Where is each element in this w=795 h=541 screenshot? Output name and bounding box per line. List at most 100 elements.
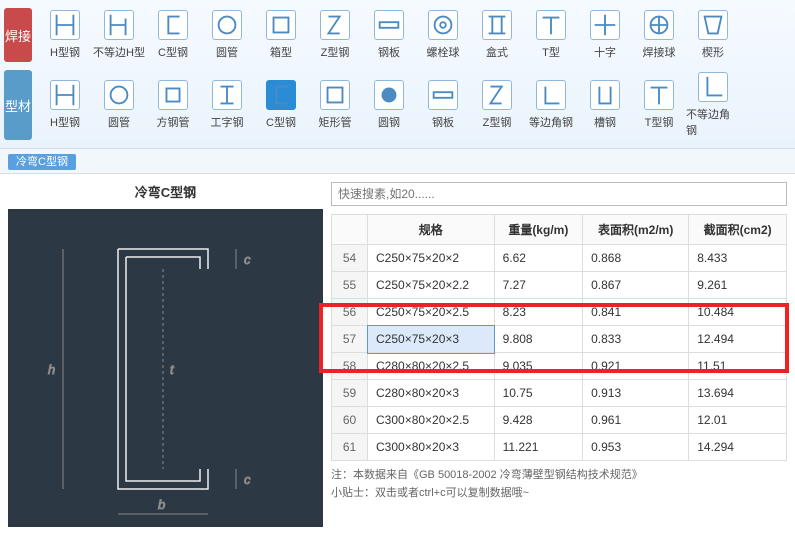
ribbon-item-r2-10[interactable]: 槽钢 bbox=[578, 66, 632, 144]
ribbon-item-r2-5[interactable]: 矩形管 bbox=[308, 66, 362, 144]
ribbon-item-r1-11[interactable]: 焊接球 bbox=[632, 4, 686, 66]
svg-text:h: h bbox=[48, 362, 55, 377]
table-row[interactable]: 58 C280×80×20×2.5 9.035 0.921 11.51 bbox=[332, 353, 787, 380]
ribbon-item-label: C型钢 bbox=[158, 44, 188, 60]
col-spec[interactable]: 规格 bbox=[368, 215, 495, 245]
cell-spec[interactable]: C280×80×20×3 bbox=[368, 380, 495, 407]
svg-text:b: b bbox=[158, 497, 165, 512]
ribbon-item-label: 圆管 bbox=[108, 114, 130, 130]
ribbon-item-r1-2[interactable]: C型钢 bbox=[146, 4, 200, 66]
ribbon-item-label: Z型钢 bbox=[483, 114, 512, 130]
table-row[interactable]: 59 C280×80×20×3 10.75 0.913 13.694 bbox=[332, 380, 787, 407]
cell-spec[interactable]: C280×80×20×2.5 bbox=[368, 353, 495, 380]
cell-spec[interactable]: C250×75×20×2.5 bbox=[368, 299, 495, 326]
cell-section: 12.494 bbox=[689, 326, 787, 353]
col-area[interactable]: 表面积(m2/m) bbox=[583, 215, 689, 245]
ribbon-item-label: C型钢 bbox=[266, 114, 296, 130]
cell-weight: 9.808 bbox=[494, 326, 583, 353]
ribbon-item-r2-9[interactable]: 等边角钢 bbox=[524, 66, 578, 144]
search-input[interactable] bbox=[331, 182, 787, 206]
ribbon-item-label: 方钢管 bbox=[157, 114, 190, 130]
solid-icon bbox=[374, 80, 404, 110]
cell-spec[interactable]: C300×80×20×3 bbox=[368, 434, 495, 461]
cell-weight: 8.23 bbox=[494, 299, 583, 326]
I-icon bbox=[212, 80, 242, 110]
section-diagram: h b t c c bbox=[8, 209, 323, 527]
ribbon-item-r2-7[interactable]: 钢板 bbox=[416, 66, 470, 144]
footer-source: 注：本数据来自《GB 50018-2002 冷弯薄壁型钢结构技术规范》 bbox=[331, 467, 787, 485]
ribbon-item-label: 圆钢 bbox=[378, 114, 400, 130]
ribbon-item-r1-6[interactable]: 钢板 bbox=[362, 4, 416, 66]
ribbon-item-r2-12[interactable]: 不等边角钢 bbox=[686, 66, 740, 144]
ribbon-item-r1-4[interactable]: 箱型 bbox=[254, 4, 308, 66]
cell-weight: 9.035 bbox=[494, 353, 583, 380]
cell-section: 9.261 bbox=[689, 272, 787, 299]
C-icon bbox=[266, 80, 296, 110]
table-row[interactable]: 55 C250×75×20×2.2 7.27 0.867 9.261 bbox=[332, 272, 787, 299]
cell-area: 0.961 bbox=[583, 407, 689, 434]
ribbon-item-label: 十字 bbox=[594, 44, 616, 60]
ribbon-item-r2-4[interactable]: C型钢 bbox=[254, 66, 308, 144]
C-icon bbox=[158, 10, 188, 40]
table-row[interactable]: 60 C300×80×20×2.5 9.428 0.961 12.01 bbox=[332, 407, 787, 434]
ribbon-row-2: 型材 H型钢圆管 方钢管 工字钢 C型钢矩形管圆钢 钢板 Z型钢 等边角钢 槽钢 T型钢不等边角… bbox=[0, 66, 795, 144]
ribbon-item-r1-1[interactable]: 不等边H型 bbox=[92, 4, 146, 66]
ribbon-item-label: 槽钢 bbox=[594, 114, 616, 130]
rect-icon bbox=[266, 10, 296, 40]
table-row[interactable]: 57 C250×75×20×3 9.808 0.833 12.494 bbox=[332, 326, 787, 353]
ribbon-item-r1-7[interactable]: 螺栓球 bbox=[416, 4, 470, 66]
L-icon bbox=[536, 80, 566, 110]
cell-spec[interactable]: C250×75×20×2 bbox=[368, 245, 495, 272]
section-title: 冷弯C型钢 bbox=[8, 182, 323, 201]
ribbon-item-r2-1[interactable]: 圆管 bbox=[92, 66, 146, 144]
ribbon-item-r2-0[interactable]: H型钢 bbox=[38, 66, 92, 144]
T-icon bbox=[644, 80, 674, 110]
ribbon-item-label: 等边角钢 bbox=[529, 114, 573, 130]
ribbon-item-r1-10[interactable]: 十字 bbox=[578, 4, 632, 66]
ribbon-item-label: 钢板 bbox=[432, 114, 454, 130]
footer-notes: 注：本数据来自《GB 50018-2002 冷弯薄壁型钢结构技术规范》 小贴士：… bbox=[331, 467, 787, 502]
cell-area: 0.868 bbox=[583, 245, 689, 272]
ribbon-item-label: 楔形 bbox=[702, 44, 724, 60]
row-number: 56 bbox=[332, 299, 368, 326]
row-number: 57 bbox=[332, 326, 368, 353]
ribbon-item-label: 工字钢 bbox=[211, 114, 244, 130]
footer-tip: 小贴士：双击或者ctrl+c可以复制数据哦~ bbox=[331, 485, 787, 503]
ribbon-item-r1-0[interactable]: H型钢 bbox=[38, 4, 92, 66]
cell-section: 13.694 bbox=[689, 380, 787, 407]
col-section[interactable]: 截面积(cm2) bbox=[689, 215, 787, 245]
ribbon-item-label: H型钢 bbox=[50, 44, 80, 60]
table-row[interactable]: 61 C300×80×20×3 11.221 0.953 14.294 bbox=[332, 434, 787, 461]
cell-section: 8.433 bbox=[689, 245, 787, 272]
row-number: 60 bbox=[332, 407, 368, 434]
ribbon-item-r1-3[interactable]: 圆管 bbox=[200, 4, 254, 66]
Z-icon bbox=[320, 10, 350, 40]
ribbon-item-r2-11[interactable]: T型钢 bbox=[632, 66, 686, 144]
wedge-icon bbox=[698, 10, 728, 40]
box-icon bbox=[482, 10, 512, 40]
cell-spec[interactable]: C250×75×20×3 bbox=[368, 326, 495, 353]
ribbon-item-r2-3[interactable]: 工字钢 bbox=[200, 66, 254, 144]
ribbon-item-r2-6[interactable]: 圆钢 bbox=[362, 66, 416, 144]
rect-icon bbox=[320, 80, 350, 110]
ribbon-item-r1-5[interactable]: Z型钢 bbox=[308, 4, 362, 66]
cell-weight: 6.62 bbox=[494, 245, 583, 272]
row-number: 59 bbox=[332, 380, 368, 407]
cell-spec[interactable]: C250×75×20×2.2 bbox=[368, 272, 495, 299]
H2-icon bbox=[104, 10, 134, 40]
cell-weight: 11.221 bbox=[494, 434, 583, 461]
breadcrumb-chip[interactable]: 冷弯C型钢 bbox=[8, 154, 76, 170]
T-icon bbox=[536, 10, 566, 40]
ribbon-item-r2-2[interactable]: 方钢管 bbox=[146, 66, 200, 144]
table-row[interactable]: 56 C250×75×20×2.5 8.23 0.841 10.484 bbox=[332, 299, 787, 326]
cell-section: 10.484 bbox=[689, 299, 787, 326]
ribbon-item-r1-9[interactable]: T型 bbox=[524, 4, 578, 66]
table-row[interactable]: 54 C250×75×20×2 6.62 0.868 8.433 bbox=[332, 245, 787, 272]
ribbon-item-r1-8[interactable]: 盒式 bbox=[470, 4, 524, 66]
ribbon-item-r1-12[interactable]: 楔形 bbox=[686, 4, 740, 66]
ribbon-tab-profile[interactable]: 型材 bbox=[4, 70, 32, 140]
col-weight[interactable]: 重量(kg/m) bbox=[494, 215, 583, 245]
ribbon-item-r2-8[interactable]: Z型钢 bbox=[470, 66, 524, 144]
ribbon-tab-weld[interactable]: 焊接 bbox=[4, 8, 32, 62]
cell-spec[interactable]: C300×80×20×2.5 bbox=[368, 407, 495, 434]
